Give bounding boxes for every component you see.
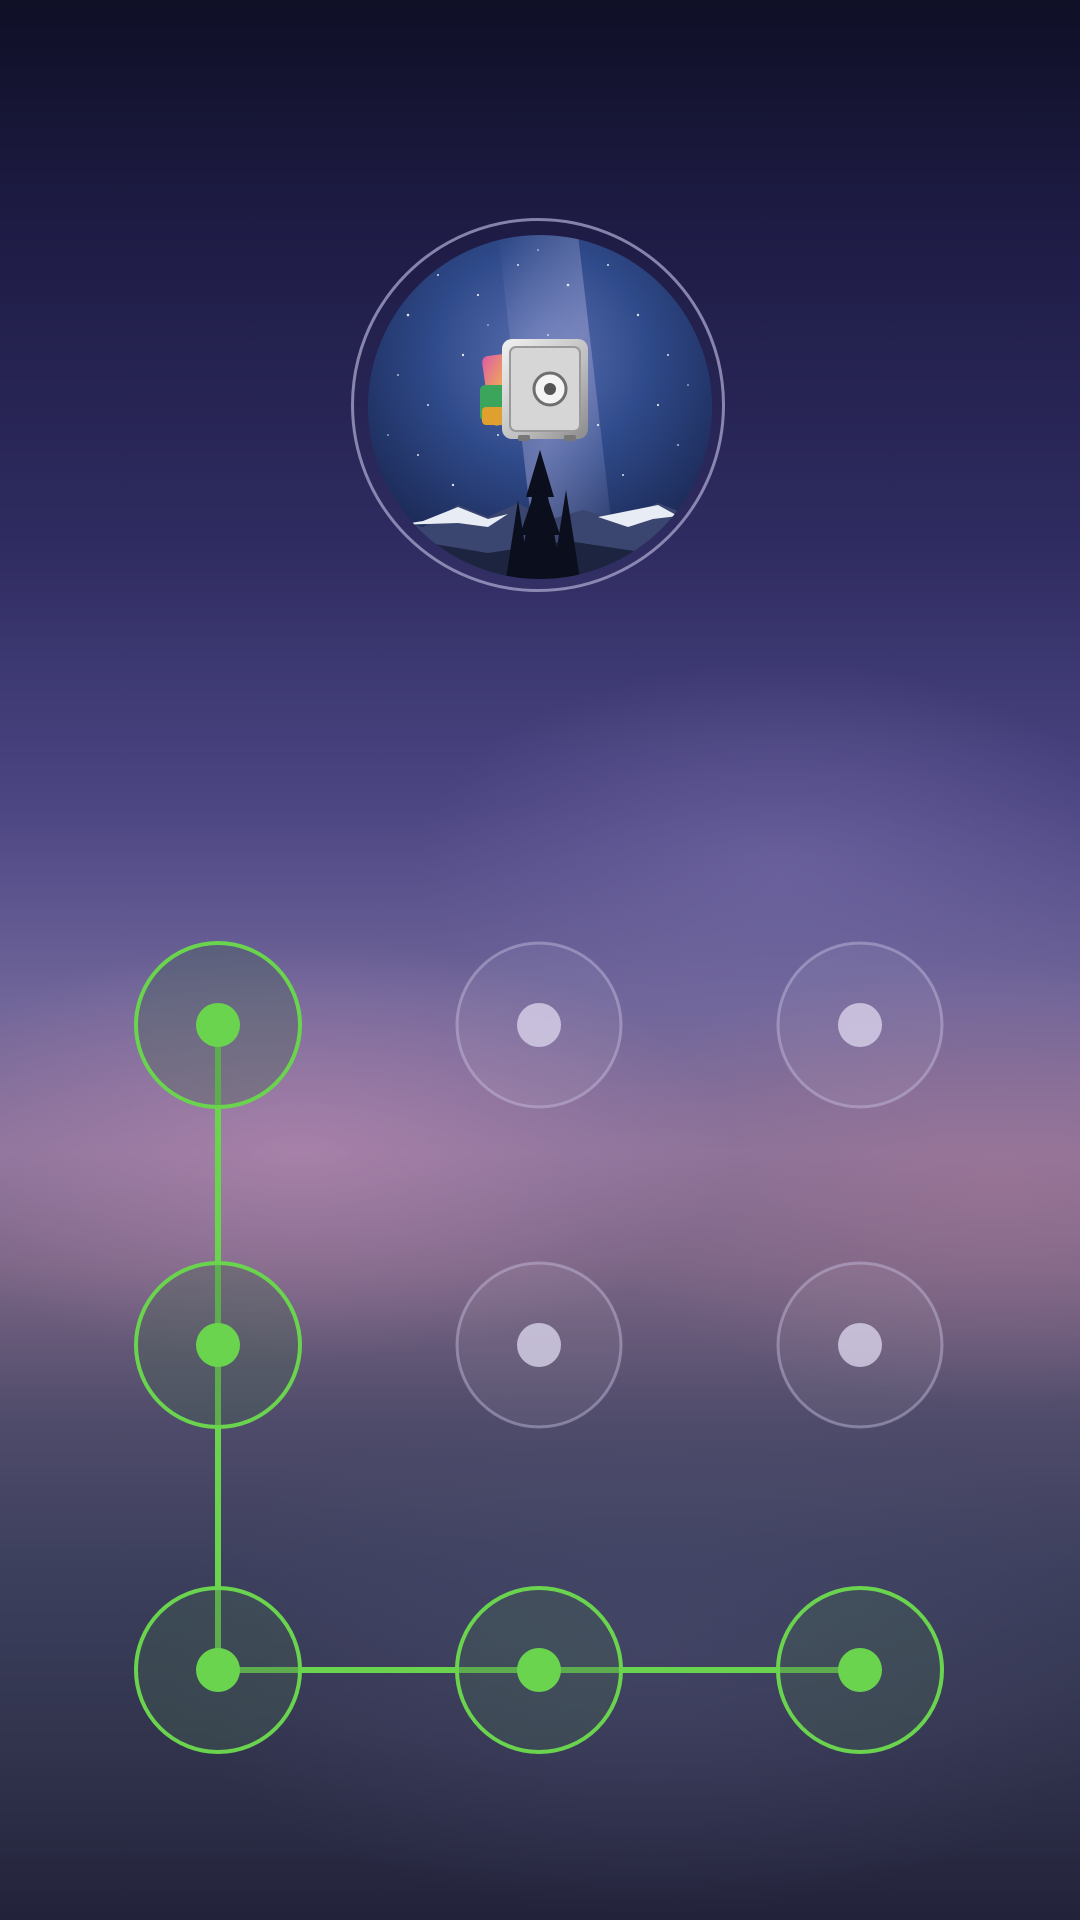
- pattern-lock[interactable]: [0, 0, 1080, 1920]
- pattern-node-dot: [517, 1648, 561, 1692]
- pattern-node-7[interactable]: [134, 1586, 302, 1754]
- pattern-node-3[interactable]: [776, 941, 944, 1109]
- pattern-node-8[interactable]: [455, 1586, 623, 1754]
- pattern-node-6[interactable]: [776, 1261, 944, 1429]
- pattern-node-dot: [838, 1323, 882, 1367]
- pattern-node-dot: [517, 1003, 561, 1047]
- pattern-node-dot: [517, 1323, 561, 1367]
- pattern-node-2[interactable]: [455, 941, 623, 1109]
- pattern-node-5[interactable]: [455, 1261, 623, 1429]
- pattern-node-4[interactable]: [134, 1261, 302, 1429]
- pattern-node-dot: [196, 1648, 240, 1692]
- pattern-node-9[interactable]: [776, 1586, 944, 1754]
- pattern-node-1[interactable]: [134, 941, 302, 1109]
- pattern-node-dot: [196, 1323, 240, 1367]
- pattern-node-dot: [838, 1003, 882, 1047]
- pattern-node-dot: [196, 1003, 240, 1047]
- lock-screen: [0, 0, 1080, 1920]
- pattern-node-dot: [838, 1648, 882, 1692]
